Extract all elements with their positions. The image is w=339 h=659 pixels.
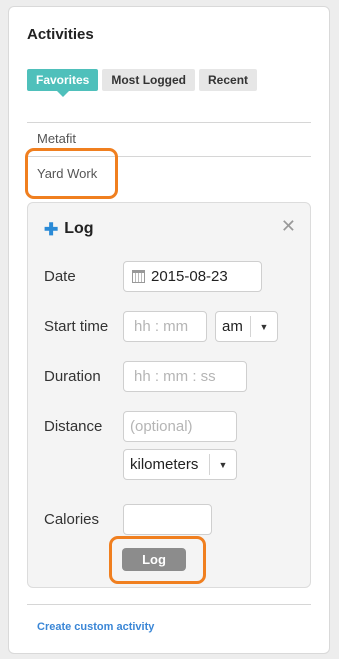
log-panel-header: ✚ Log xyxy=(44,220,94,238)
log-panel-title: Log xyxy=(64,220,94,237)
date-field[interactable]: 2015-08-23 xyxy=(123,261,262,292)
dropdown-arrow-icon: ▼ xyxy=(218,459,228,470)
distance-placeholder: (optional) xyxy=(130,418,193,435)
tab-favorites[interactable]: Favorites xyxy=(27,69,99,97)
start-time-label: Start time xyxy=(44,318,109,335)
close-icon[interactable]: ✕ xyxy=(281,216,296,237)
activity-item-metafit[interactable]: Metafit xyxy=(37,131,76,146)
ampm-value: am xyxy=(222,318,243,335)
annotation-highlight-log-button xyxy=(109,536,206,584)
activities-card: Activities Favorites Most Logged Recent … xyxy=(8,6,330,654)
ampm-select[interactable]: am ▼ xyxy=(215,311,278,342)
create-custom-activity-link[interactable]: Create custom activity xyxy=(37,621,154,633)
log-activity-panel: ✚ Log ✕ Date 2015-08-23 Start time hh : … xyxy=(27,202,311,588)
activity-tabs: Favorites Most Logged Recent xyxy=(27,69,258,97)
tab-recent[interactable]: Recent xyxy=(199,69,258,91)
distance-unit-value: kilometers xyxy=(130,456,199,473)
dropdown-arrow-icon: ▼ xyxy=(259,321,269,332)
duration-label: Duration xyxy=(44,368,101,385)
calories-label: Calories xyxy=(44,511,100,528)
divider xyxy=(27,122,311,123)
distance-unit-select[interactable]: kilometers ▼ xyxy=(123,449,237,480)
divider xyxy=(27,604,311,605)
duration-field[interactable]: hh : mm : ss xyxy=(123,361,247,392)
distance-label: Distance xyxy=(44,418,103,435)
distance-field[interactable]: (optional) xyxy=(123,411,237,442)
tab-most-logged[interactable]: Most Logged xyxy=(102,69,196,91)
date-value: 2015-08-23 xyxy=(151,268,228,285)
duration-placeholder: hh : mm : ss xyxy=(134,368,216,385)
plus-icon: ✚ xyxy=(44,219,59,239)
annotation-highlight-yard-work xyxy=(25,148,118,199)
start-time-placeholder: hh : mm xyxy=(134,318,189,335)
date-label: Date xyxy=(44,268,76,285)
calories-field[interactable] xyxy=(123,504,212,535)
calendar-icon xyxy=(132,270,145,283)
card-title: Activities xyxy=(27,26,94,43)
start-time-field[interactable]: hh : mm xyxy=(123,311,207,342)
